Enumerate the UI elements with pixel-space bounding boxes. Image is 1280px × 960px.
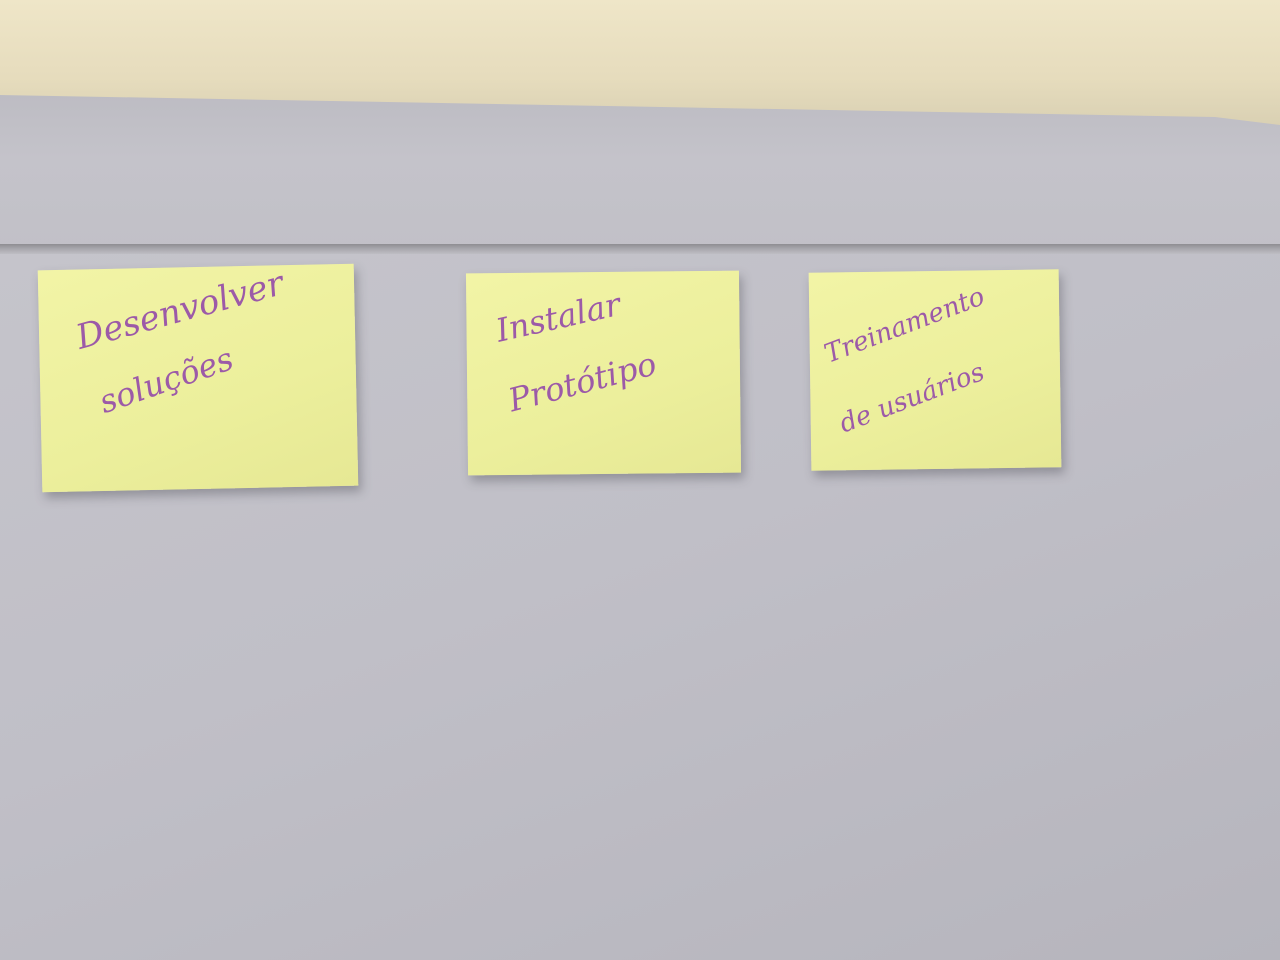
sticky-note-2: Instalar Protótipo: [465, 270, 742, 476]
note-2-line-2: Protótipo: [504, 344, 661, 420]
note-3-line-2: de usuários: [835, 357, 989, 440]
photo-scene: Desenvolver soluções Instalar Protótipo …: [0, 0, 1280, 960]
note-2-line-1: Instalar: [492, 285, 624, 350]
sticky-note-1: Desenvolver soluções: [37, 263, 359, 493]
note-3-line-1: Treinamento: [820, 281, 989, 370]
note-1-line-2: soluções: [94, 339, 239, 421]
sticky-note-3: Treinamento de usuários: [808, 269, 1062, 471]
cabinet-top-panel: [0, 95, 1280, 255]
note-1-line-1: Desenvolver: [71, 263, 288, 358]
